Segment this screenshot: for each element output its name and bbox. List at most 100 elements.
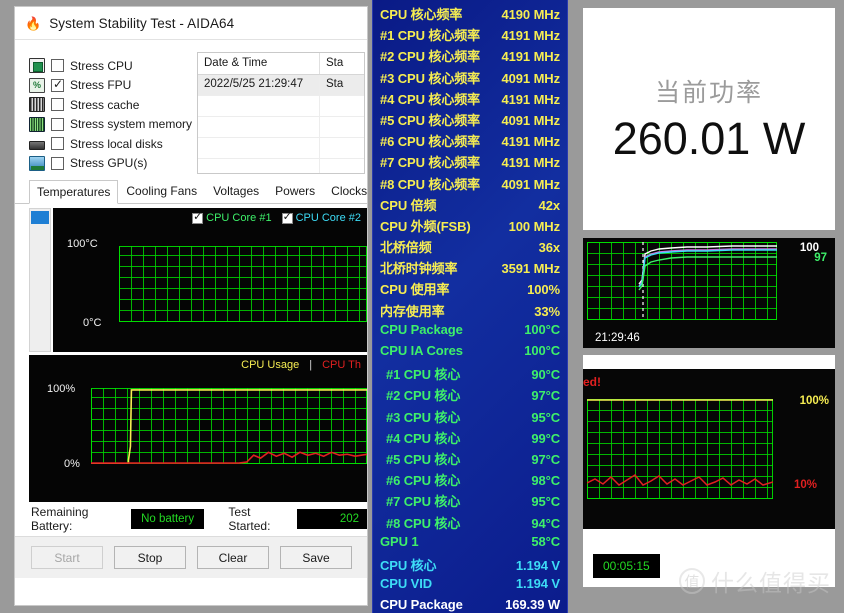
- stress-option-disks[interactable]: Stress local disks: [29, 134, 193, 154]
- sensor-row: #7 CPU 核心频率 4191 MHz: [380, 152, 560, 173]
- sensor-row-value: 4191 MHz: [501, 28, 561, 44]
- right-temperature-graph: 100 97 21:29:46: [583, 238, 835, 348]
- sensor-row: #5 CPU 核心频率 4091 MHz: [380, 110, 560, 131]
- window-titlebar: 🔥 System Stability Test - AIDA64: [15, 7, 367, 39]
- tab-bar: Temperatures Cooling Fans Voltages Power…: [15, 179, 367, 204]
- right-usage-wrapper: ed! 100% 10%: [583, 355, 835, 545]
- sensor-row-value: 95°C: [531, 494, 560, 510]
- button-bar: Start Stop Clear Save: [15, 536, 367, 578]
- sensor-row-value: 36x: [538, 240, 560, 256]
- stress-option-cpu[interactable]: Stress CPU: [29, 56, 193, 76]
- legend-label: CPU Core #1: [206, 212, 272, 224]
- sensor-row-value: 4190 MHz: [501, 7, 561, 22]
- stress-option-memory[interactable]: Stress system memory: [29, 115, 193, 135]
- sensor-row-label: #6 CPU 核心: [386, 473, 461, 489]
- legend-checkbox[interactable]: [281, 210, 293, 224]
- flame-icon: 🔥: [25, 15, 42, 31]
- stress-gpu-checkbox[interactable]: [51, 156, 64, 170]
- column-header-status[interactable]: Sta: [320, 53, 364, 74]
- sensor-row: #4 CPU 核心 99°C: [380, 428, 560, 449]
- sensor-row-label: GPU 1: [380, 533, 419, 549]
- y-axis-top-label: 100°C: [67, 238, 98, 250]
- plot-border: [119, 246, 367, 322]
- sensor-row-label: CPU 核心频率: [380, 7, 463, 22]
- sensor-row: #3 CPU 核心 95°C: [380, 407, 560, 428]
- watermark-text: 什么值得买: [711, 570, 831, 596]
- watermark-logo-icon: 值: [679, 568, 705, 594]
- stress-option-gpu[interactable]: Stress GPU(s): [29, 154, 193, 174]
- aida64-stability-window: 🔥 System Stability Test - AIDA64 Stress …: [14, 6, 368, 606]
- cell-status: Sta: [326, 78, 344, 90]
- table-row[interactable]: [198, 117, 364, 138]
- clear-button[interactable]: Clear: [197, 546, 269, 569]
- stress-option-cache[interactable]: Stress cache: [29, 95, 193, 115]
- sensor-row-value: 42x: [538, 197, 560, 213]
- sensor-row: CPU IA Cores 100°C: [380, 343, 560, 364]
- right-column: 当前功率 260.01 W 100 97 21:29:46 ed! 100% 1…: [583, 8, 835, 608]
- table-row[interactable]: 2022/5/25 21:29:47 Sta: [198, 75, 364, 96]
- window-title: System Stability Test - AIDA64: [49, 15, 235, 31]
- tab-powers[interactable]: Powers: [267, 179, 323, 203]
- sensor-row: #2 CPU 核心 97°C: [380, 385, 560, 406]
- stress-option-fpu[interactable]: % Stress FPU: [29, 76, 193, 96]
- table-row[interactable]: [198, 138, 364, 159]
- start-button[interactable]: Start: [31, 546, 103, 569]
- sensor-row: #1 CPU 核心 90°C: [380, 364, 560, 385]
- table-row[interactable]: [198, 159, 364, 173]
- cell-datetime: 2022/5/25 21:29:47: [198, 75, 320, 95]
- save-button[interactable]: Save: [280, 546, 352, 569]
- cpu-icon: [29, 58, 45, 74]
- stress-option-label: Stress system memory: [70, 117, 193, 132]
- legend-cpu-core-1[interactable]: CPU Core #1: [192, 210, 272, 224]
- sensor-row-value: 100 MHz: [508, 218, 560, 234]
- current-power-value: 260.01 W: [612, 113, 806, 164]
- stress-memory-checkbox[interactable]: [51, 117, 64, 131]
- sensor-row-value: 33%: [534, 303, 560, 319]
- column-header-datetime[interactable]: Date & Time: [198, 53, 320, 74]
- sensor-row-label: 北桥时钟频率: [380, 261, 458, 277]
- stop-button[interactable]: Stop: [114, 546, 186, 569]
- tab-clocks[interactable]: Clocks: [323, 179, 367, 203]
- sensor-row-value: 99°C: [531, 430, 560, 446]
- sensor-row: CPU VID 1.194 V: [380, 576, 560, 597]
- table-row[interactable]: [198, 96, 364, 117]
- y-axis-bottom-label: 0%: [64, 458, 80, 470]
- cpu-usage-plot-area: [91, 388, 367, 464]
- sensor-row-value: 4091 MHz: [501, 176, 561, 192]
- tab-voltages[interactable]: Voltages: [205, 179, 267, 203]
- cell-status: [320, 138, 364, 158]
- stress-cpu-checkbox[interactable]: [51, 59, 64, 73]
- sensor-row-value: 4191 MHz: [501, 155, 561, 171]
- log-table[interactable]: Date & Time Sta 2022/5/25 21:29:47 Sta: [197, 52, 365, 174]
- cache-icon: [29, 97, 45, 113]
- sensor-row: #7 CPU 核心 95°C: [380, 491, 560, 512]
- stress-option-label: Stress GPU(s): [70, 156, 148, 171]
- sensor-select-list[interactable]: [29, 208, 51, 352]
- tab-cooling-fans[interactable]: Cooling Fans: [118, 179, 205, 203]
- stress-cache-checkbox[interactable]: [51, 98, 64, 112]
- sensor-row-label: 内存使用率: [380, 303, 445, 319]
- legend-checkbox[interactable]: [192, 210, 204, 224]
- sensor-row-value: 169.39 W: [505, 597, 560, 613]
- right-usage-label-top: 100%: [799, 395, 829, 407]
- memory-icon: [29, 116, 45, 132]
- cpu-usage-panel: CPU Usage | CPU Th 100% 0%: [15, 352, 367, 502]
- sensor-row: 北桥倍频 36x: [380, 237, 560, 258]
- sensor-row-label: CPU 外频(FSB): [380, 218, 471, 234]
- legend-cpu-core-2[interactable]: CPU Core #2: [281, 210, 361, 224]
- legend-separator: |: [309, 359, 313, 371]
- stress-disks-checkbox[interactable]: [51, 137, 64, 151]
- test-started-label: Test Started:: [228, 505, 271, 533]
- sensor-select-selected-item[interactable]: [31, 211, 49, 224]
- stress-fpu-checkbox[interactable]: [51, 77, 64, 92]
- sensor-row-value: 4091 MHz: [501, 70, 561, 86]
- sensor-row-value: 3591 MHz: [501, 261, 561, 277]
- sensor-row: #1 CPU 核心频率 4191 MHz: [380, 25, 560, 46]
- tab-temperatures[interactable]: Temperatures: [29, 180, 119, 204]
- temperatures-panel: CPU Core #1 CPU Core #2 100°C 0°C: [15, 204, 367, 352]
- sensor-row: CPU Package 100°C: [380, 322, 560, 343]
- right-usage-graph: ed! 100% 10%: [583, 369, 835, 529]
- watermark: 值 什么值得买: [679, 564, 831, 598]
- right-usage-label-bottom: 10%: [793, 479, 817, 491]
- cell-status: [320, 96, 364, 116]
